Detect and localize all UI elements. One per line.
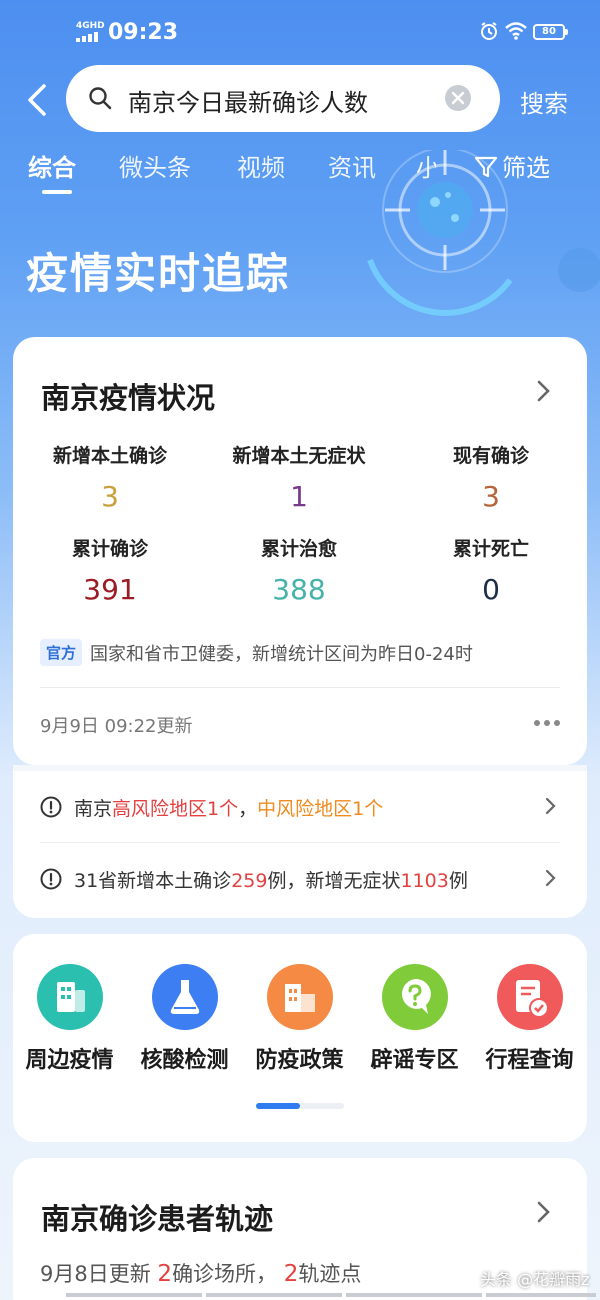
divider <box>40 687 560 688</box>
clear-icon[interactable] <box>444 84 472 112</box>
national-cases-row[interactable]: 31省新增本土确诊259例，新增无症状1103例 <box>40 844 560 914</box>
tool-nucleic-test[interactable]: 核酸检测 <box>127 964 242 1074</box>
building-icon <box>36 964 103 1030</box>
stat-label: 现有确诊 <box>452 445 529 467</box>
update-time: 9月9日 09:22更新 <box>40 716 193 737</box>
stat-value: 388 <box>272 573 326 606</box>
city-icon <box>266 964 333 1030</box>
carousel-pager <box>256 1103 344 1109</box>
battery-indicator: 80 <box>533 24 568 40</box>
more-options-icon[interactable] <box>533 719 561 727</box>
active-tab-indicator <box>42 190 72 194</box>
warning-icon <box>40 796 62 818</box>
quick-tools-card: 周边疫情 核酸检测 防疫政策 辟谣专区 行程查询 <box>13 934 587 1142</box>
divider <box>40 842 560 843</box>
search-icon <box>89 87 112 110</box>
trackpoint-count: 2 <box>283 1261 299 1287</box>
watermark: 头条 @花瓣雨z <box>480 1270 590 1289</box>
text-part: 9月8日更新 <box>40 1262 151 1286</box>
tool-label: 周边疫情 <box>25 1048 114 1073</box>
stat-new-local-asymptomatic: 新增本土无症状 1 <box>199 441 399 513</box>
search-button[interactable]: 搜索 <box>520 84 568 119</box>
text-part: 例，新增无症状 <box>267 870 401 892</box>
tab-video[interactable]: 视频 <box>237 148 285 183</box>
stat-label: 累计死亡 <box>452 538 529 560</box>
stat-value: 1 <box>290 480 308 513</box>
banner-title: 疫情实时追踪 <box>26 249 291 298</box>
tool-rumor-debunk[interactable]: 辟谣专区 <box>357 964 472 1074</box>
track-card-title[interactable]: 南京确诊患者轨迹 <box>41 1196 273 1238</box>
chevron-right-icon[interactable] <box>535 1200 551 1224</box>
stat-total-confirmed: 累计确诊 391 <box>10 534 210 606</box>
asymptomatic-count: 1103 <box>400 870 449 892</box>
chevron-right-icon[interactable] <box>535 379 551 403</box>
epidemic-status-card: 南京疫情状况 新增本土确诊 3 新增本土无症状 1 现有确诊 3 累计确诊 39… <box>13 337 587 765</box>
tool-label: 防疫政策 <box>255 1048 344 1073</box>
stat-label: 新增本土确诊 <box>52 445 167 467</box>
mid-risk-count: 中风险地区1个 <box>257 798 384 820</box>
text-part: 确诊场所， <box>172 1262 278 1286</box>
high-risk-count: 高风险地区1个 <box>112 798 239 820</box>
official-badge: 官方 <box>40 639 83 666</box>
stat-value: 0 <box>482 573 500 606</box>
pager-active <box>256 1103 300 1109</box>
document-check-icon <box>496 964 563 1030</box>
tool-itinerary-query[interactable]: 行程查询 <box>472 964 587 1074</box>
flask-icon <box>151 964 218 1030</box>
stat-label: 新增本土无症状 <box>232 445 366 467</box>
stat-total-deaths: 累计死亡 0 <box>391 534 591 606</box>
track-summary: 9月8日更新 2确诊场所， 2轨迹点 <box>40 1258 361 1288</box>
search-input[interactable]: 南京今日最新确诊人数 <box>66 65 500 132</box>
stat-total-cured: 累计治愈 388 <box>199 534 399 606</box>
tool-label: 辟谣专区 <box>370 1048 459 1073</box>
text-part: 轨迹点 <box>298 1262 362 1286</box>
source-text: 国家和省市卫健委，新增统计区间为昨日0-24时 <box>90 644 473 665</box>
separator: ， <box>238 798 258 820</box>
risk-area-text: 南京高风险地区1个，中风险地区1个 <box>74 794 383 821</box>
tool-prevention-policy[interactable]: 防疫政策 <box>242 964 357 1074</box>
question-bubble-icon <box>381 964 448 1030</box>
venue-count: 2 <box>157 1261 173 1287</box>
text-part: 例 <box>448 870 468 892</box>
virus-illustration-icon <box>367 150 600 316</box>
search-query: 南京今日最新确诊人数 <box>128 89 368 117</box>
stat-value: 3 <box>101 480 119 513</box>
stat-current-confirmed: 现有确诊 3 <box>391 441 591 513</box>
national-cases-text: 31省新增本土确诊259例，新增无症状1103例 <box>74 866 468 893</box>
stat-label: 累计确诊 <box>71 538 148 560</box>
tab-strip-hint <box>66 1293 596 1297</box>
local-confirmed-count: 259 <box>231 870 268 892</box>
data-source-note: 官方 国家和省市卫健委，新增统计区间为昨日0-24时 <box>40 639 473 666</box>
chevron-right-icon <box>545 797 556 815</box>
clock: 09:23 <box>108 20 179 45</box>
alarm-icon <box>481 22 497 40</box>
stat-value: 3 <box>482 480 500 513</box>
tool-label: 行程查询 <box>485 1048 574 1073</box>
status-bar: 4GHD 09:23 80 <box>0 0 600 64</box>
tab-micro-headlines[interactable]: 微头条 <box>119 148 191 183</box>
warning-icon <box>40 868 62 890</box>
tool-nearby-epidemic[interactable]: 周边疫情 <box>12 964 127 1074</box>
stat-new-local-confirmed: 新增本土确诊 3 <box>10 441 210 513</box>
risk-area-row[interactable]: 南京高风险地区1个，中风险地区1个 <box>40 772 560 842</box>
status-card-title[interactable]: 南京疫情状况 <box>41 375 215 417</box>
signal-icon <box>76 32 98 42</box>
back-icon[interactable] <box>20 76 56 124</box>
chevron-right-icon <box>545 869 556 887</box>
tab-comprehensive[interactable]: 综合 <box>28 148 76 183</box>
city-name: 南京 <box>74 798 113 820</box>
wifi-icon <box>505 22 527 40</box>
stat-value: 391 <box>83 573 137 606</box>
network-type: 4GHD <box>76 21 105 31</box>
tool-label: 核酸检测 <box>140 1048 229 1073</box>
stat-label: 累计治愈 <box>260 538 337 560</box>
text-part: 31省新增本土确诊 <box>74 870 232 892</box>
